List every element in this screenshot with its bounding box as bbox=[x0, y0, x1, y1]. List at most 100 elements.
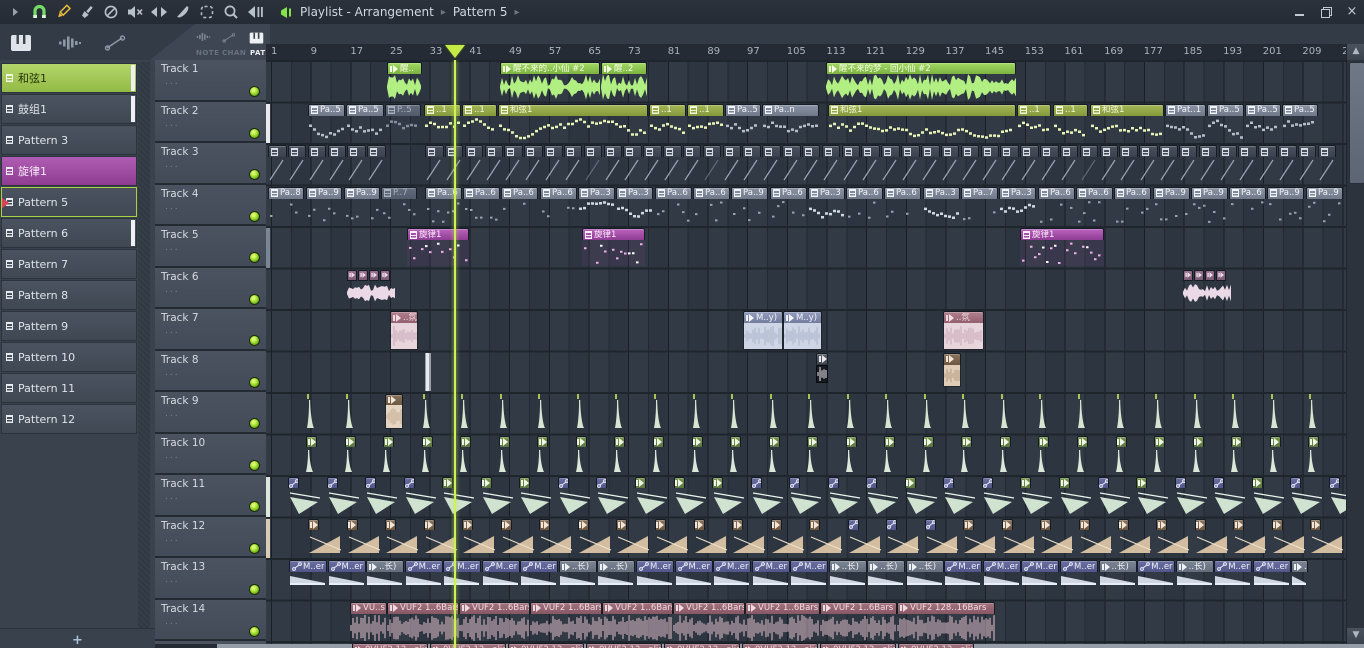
playlist-clip[interactable] bbox=[828, 477, 862, 516]
playback-icon[interactable] bbox=[246, 3, 264, 21]
track-enable-led[interactable] bbox=[249, 377, 260, 388]
pattern-item[interactable]: Pattern 6 bbox=[1, 218, 137, 248]
track-header[interactable]: Track 5... bbox=[155, 226, 266, 268]
playlist-clip[interactable] bbox=[328, 145, 347, 185]
playlist-clip[interactable]: Pa..6 bbox=[1038, 187, 1075, 227]
playlist-clip[interactable] bbox=[901, 145, 920, 185]
playlist-clip[interactable] bbox=[1272, 519, 1306, 556]
playlist-clip[interactable] bbox=[1000, 145, 1019, 185]
track-header[interactable]: Track 7... bbox=[155, 309, 266, 351]
playlist-clip[interactable]: M..er bbox=[1214, 560, 1252, 590]
playlist-grid[interactable]: 醒..醒不来的..小仙 #2醒..2醒不来的梦 - 回小仙 #2Pa..5Pa.… bbox=[266, 60, 1346, 648]
playlist-clip[interactable]: M..er bbox=[289, 560, 327, 590]
playlist-clip[interactable] bbox=[1271, 394, 1279, 430]
playlist-clip[interactable] bbox=[905, 477, 939, 516]
playlist-clip[interactable]: M..y) bbox=[783, 311, 822, 351]
playlist-clip[interactable]: VU..s bbox=[350, 602, 387, 643]
minimize-button[interactable] bbox=[1294, 6, 1306, 18]
playlist-clip[interactable]: ..长) bbox=[867, 560, 905, 590]
playlist-clip[interactable] bbox=[802, 145, 821, 185]
playlist-clip[interactable] bbox=[564, 145, 583, 185]
playlist-clip[interactable] bbox=[1077, 436, 1089, 474]
playlist-clip[interactable] bbox=[808, 394, 816, 430]
playlist-clip[interactable] bbox=[1183, 270, 1232, 308]
playlist-clip[interactable] bbox=[1308, 436, 1320, 474]
playlist-clip[interactable] bbox=[537, 436, 549, 474]
playlist-clip[interactable] bbox=[538, 394, 546, 430]
playlist-clip[interactable]: M..er bbox=[636, 560, 674, 590]
track-header[interactable]: Track 14... bbox=[155, 600, 266, 642]
add-pattern-button[interactable]: + bbox=[63, 631, 93, 648]
playlist-clip[interactable] bbox=[1219, 145, 1238, 185]
playlist-clip[interactable]: VUF2 1..6Bars bbox=[387, 602, 459, 643]
playlist-clip[interactable]: VUF2 1..6Bars bbox=[820, 602, 897, 643]
playlist-clip[interactable]: Pa..9 bbox=[344, 187, 380, 227]
playlist-clip[interactable] bbox=[925, 519, 959, 556]
playlist-clip[interactable] bbox=[307, 394, 315, 430]
restore-button[interactable] bbox=[1320, 6, 1332, 18]
audio-wave-icon[interactable] bbox=[58, 35, 82, 51]
scroll-down-button[interactable]: ▼ bbox=[1347, 628, 1364, 644]
pattern-item[interactable]: Pattern 9 bbox=[1, 311, 137, 341]
pattern-item[interactable]: Pattern 7 bbox=[1, 249, 137, 279]
playlist-clip[interactable] bbox=[327, 477, 361, 516]
playlist-clip[interactable]: M..er bbox=[1137, 560, 1175, 590]
playlist-clip[interactable]: M..er bbox=[1021, 560, 1059, 590]
playlist-clip[interactable]: Pa..6 bbox=[540, 187, 577, 227]
playlist-clip[interactable] bbox=[481, 477, 515, 516]
playlist-clip[interactable] bbox=[885, 394, 893, 430]
playlist-clip[interactable]: Pa..6 bbox=[770, 187, 807, 227]
collapse-arrow-icon[interactable] bbox=[6, 3, 24, 21]
track-header[interactable]: Track 4... bbox=[155, 185, 266, 227]
playlist-clip[interactable] bbox=[723, 145, 742, 185]
track-header[interactable]: Track 1... bbox=[155, 60, 266, 102]
playlist-clip[interactable] bbox=[576, 436, 588, 474]
track-options[interactable]: ... bbox=[165, 451, 180, 461]
note-tab-icon[interactable] bbox=[196, 32, 211, 42]
playlist-clip[interactable]: VUF2 1..6Bars bbox=[459, 602, 530, 643]
playlist-clip[interactable]: Pa..6 bbox=[655, 187, 692, 227]
pattern-item[interactable]: Pattern 3 bbox=[1, 125, 137, 155]
playlist-clip[interactable] bbox=[731, 394, 739, 430]
playlist-clip[interactable] bbox=[663, 145, 682, 185]
playlist-clip[interactable] bbox=[809, 519, 843, 556]
playlist-clip[interactable] bbox=[1117, 394, 1125, 430]
playlist-clip[interactable] bbox=[712, 477, 746, 516]
track-header[interactable]: Track 11... bbox=[155, 475, 266, 517]
playlist-clip[interactable] bbox=[499, 436, 511, 474]
playlist-clip[interactable] bbox=[462, 519, 496, 556]
playlist-clip[interactable]: Pa..5 bbox=[1207, 104, 1244, 144]
playlist-clip[interactable] bbox=[504, 145, 523, 185]
pattern-item[interactable]: Pattern 12 bbox=[1, 404, 137, 434]
track-options[interactable]: ... bbox=[165, 77, 180, 87]
playlist-clip[interactable]: 0VUF2 12...alias bbox=[586, 643, 662, 648]
playlist-clip[interactable] bbox=[423, 394, 431, 430]
playlist-clip[interactable] bbox=[770, 394, 778, 430]
playlist-clip[interactable] bbox=[1119, 145, 1138, 185]
playlist-clip[interactable]: P..7 bbox=[381, 187, 417, 227]
playlist-clip[interactable]: ..1 bbox=[1017, 104, 1051, 144]
playlist-clip[interactable] bbox=[1213, 477, 1247, 516]
playlist-clip[interactable] bbox=[584, 145, 603, 185]
playlist-clip[interactable]: 0VUF2 12...alias bbox=[352, 643, 428, 648]
playlist-clip[interactable] bbox=[442, 477, 476, 516]
playlist-clip[interactable] bbox=[347, 145, 366, 185]
playlist-clip[interactable] bbox=[308, 145, 327, 185]
playlist-clip[interactable] bbox=[558, 477, 592, 516]
playlist-clip[interactable]: 和弦1 bbox=[498, 104, 648, 144]
select-icon[interactable] bbox=[198, 3, 216, 21]
playlist-clip[interactable] bbox=[385, 519, 419, 556]
playlist-clip[interactable]: ..长) bbox=[1176, 560, 1214, 590]
playlist-clip[interactable]: Pa..6 bbox=[501, 187, 538, 227]
playlist-clip[interactable]: ..1 bbox=[649, 104, 686, 144]
playlist-clip[interactable]: M..er bbox=[520, 560, 558, 590]
playlist-clip[interactable] bbox=[762, 145, 781, 185]
pattern-item[interactable]: 和弦1 bbox=[1, 63, 137, 93]
playlist-clip[interactable] bbox=[1059, 477, 1093, 516]
playlist-clip[interactable] bbox=[1252, 477, 1286, 516]
playlist-clip[interactable]: 醒..2 bbox=[601, 62, 647, 102]
track-enable-led[interactable] bbox=[249, 86, 260, 97]
playlist-clip[interactable] bbox=[404, 477, 438, 516]
playlist-clip[interactable]: ..1 bbox=[687, 104, 724, 144]
playlist-clip[interactable] bbox=[751, 477, 785, 516]
